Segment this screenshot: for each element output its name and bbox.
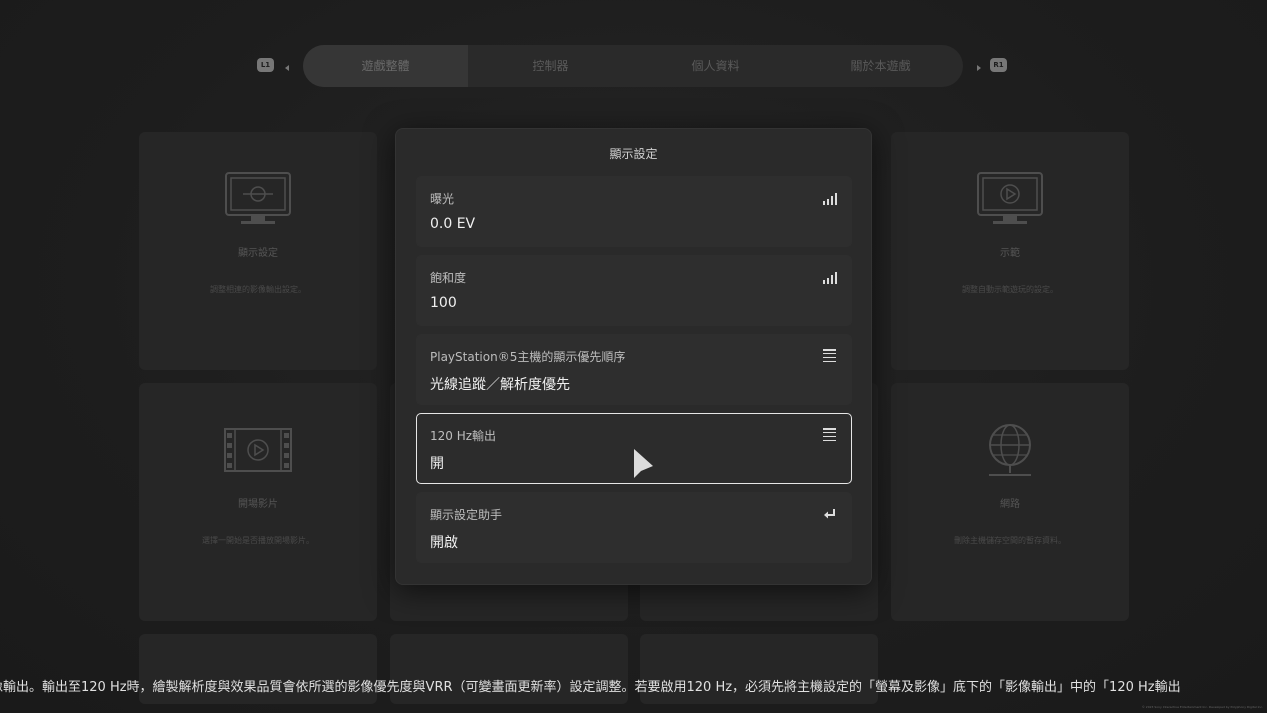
left-arrow-icon [285,65,289,71]
list-icon [823,428,837,442]
setting-row-saturation[interactable]: 飽和度 100 [416,255,852,326]
top-tab-bar: L1 遊戲整體 控制器 個人資料 關於本遊戲 R1 [255,45,1015,87]
setting-label: PlayStation®5主機的顯示優先順序 [430,350,626,364]
card-title: 顯示設定 [238,248,278,259]
card-opening-movie[interactable]: 開場影片 選擇一開始是否播放開場影片。 [139,383,377,621]
list-icon [823,349,837,363]
tab-controller[interactable]: 控制器 [468,45,633,87]
help-ticker-text: 像輸出。輸出至120 Hz時，繪製解析度與效果品質會依所選的影像優先度與VRR（… [0,680,1181,695]
card-title: 示範 [1000,248,1020,259]
card-title: 開場影片 [238,499,278,510]
setting-label: 曝光 [430,192,455,206]
setting-value: 0.0 EV [430,216,476,232]
tab-strip: 遊戲整體 控制器 個人資料 關於本遊戲 [303,45,963,87]
tab-about-game[interactable]: 關於本遊戲 [798,45,963,87]
settings-screen: L1 遊戲整體 控制器 個人資料 關於本遊戲 R1 顯示設定 調整相連的影像輸出… [0,0,1267,713]
globe-network-icon [989,424,1031,476]
setting-label: 顯示設定助手 [430,508,503,522]
setting-value: 光線追蹤／解析度優先 [430,377,570,393]
card-network[interactable]: 網路 刪除主機儲存空間的暫存資料。 [891,383,1129,621]
card-description: 調整自動示範遊玩的設定。 [962,285,1058,294]
card-title: 網路 [1000,499,1020,510]
cursor-pointer-icon [634,449,653,478]
card-description: 調整相連的影像輸出設定。 [210,285,306,294]
setting-row-exposure[interactable]: 曝光 0.0 EV [416,176,852,247]
tab-profile[interactable]: 個人資料 [633,45,798,87]
card-description: 選擇一開始是否播放開場影片。 [202,536,314,545]
signal-bars-icon [823,270,837,284]
setting-value: 100 [430,295,457,311]
enter-icon [824,509,835,519]
display-settings-panel: 顯示設定 曝光 0.0 EV 飽和度 100 PlayStation®5主機的顯… [395,128,872,585]
monitor-icon [225,172,291,224]
card-display-settings[interactable]: 顯示設定 調整相連的影像輸出設定。 [139,132,377,370]
help-ticker: 像輸出。輸出至120 Hz時，繪製解析度與效果品質會依所選的影像優先度與VRR（… [0,676,1267,695]
setting-row-display-assistant[interactable]: 顯示設定助手 開啟 [416,492,852,563]
signal-bars-icon [823,191,837,205]
right-arrow-icon [977,65,981,71]
setting-value: 開啟 [430,535,458,551]
card-demo[interactable]: 示範 調整自動示範遊玩的設定。 [891,132,1129,370]
card-description: 刪除主機儲存空間的暫存資料。 [954,536,1066,545]
copyright-text: © 2023 Sony Interactive Entertainment In… [1141,705,1263,709]
tab-game-general[interactable]: 遊戲整體 [303,45,468,87]
film-icon [224,428,292,472]
monitor-play-icon [977,172,1043,224]
panel-title: 顯示設定 [609,147,658,161]
setting-row-ps5-priority[interactable]: PlayStation®5主機的顯示優先順序 光線追蹤／解析度優先 [416,334,852,405]
l1-button-icon[interactable]: L1 [257,58,274,72]
setting-value: 開 [430,456,444,472]
r1-button-icon[interactable]: R1 [990,58,1007,72]
setting-label: 飽和度 [430,271,467,285]
setting-label: 120 Hz輸出 [430,429,497,443]
